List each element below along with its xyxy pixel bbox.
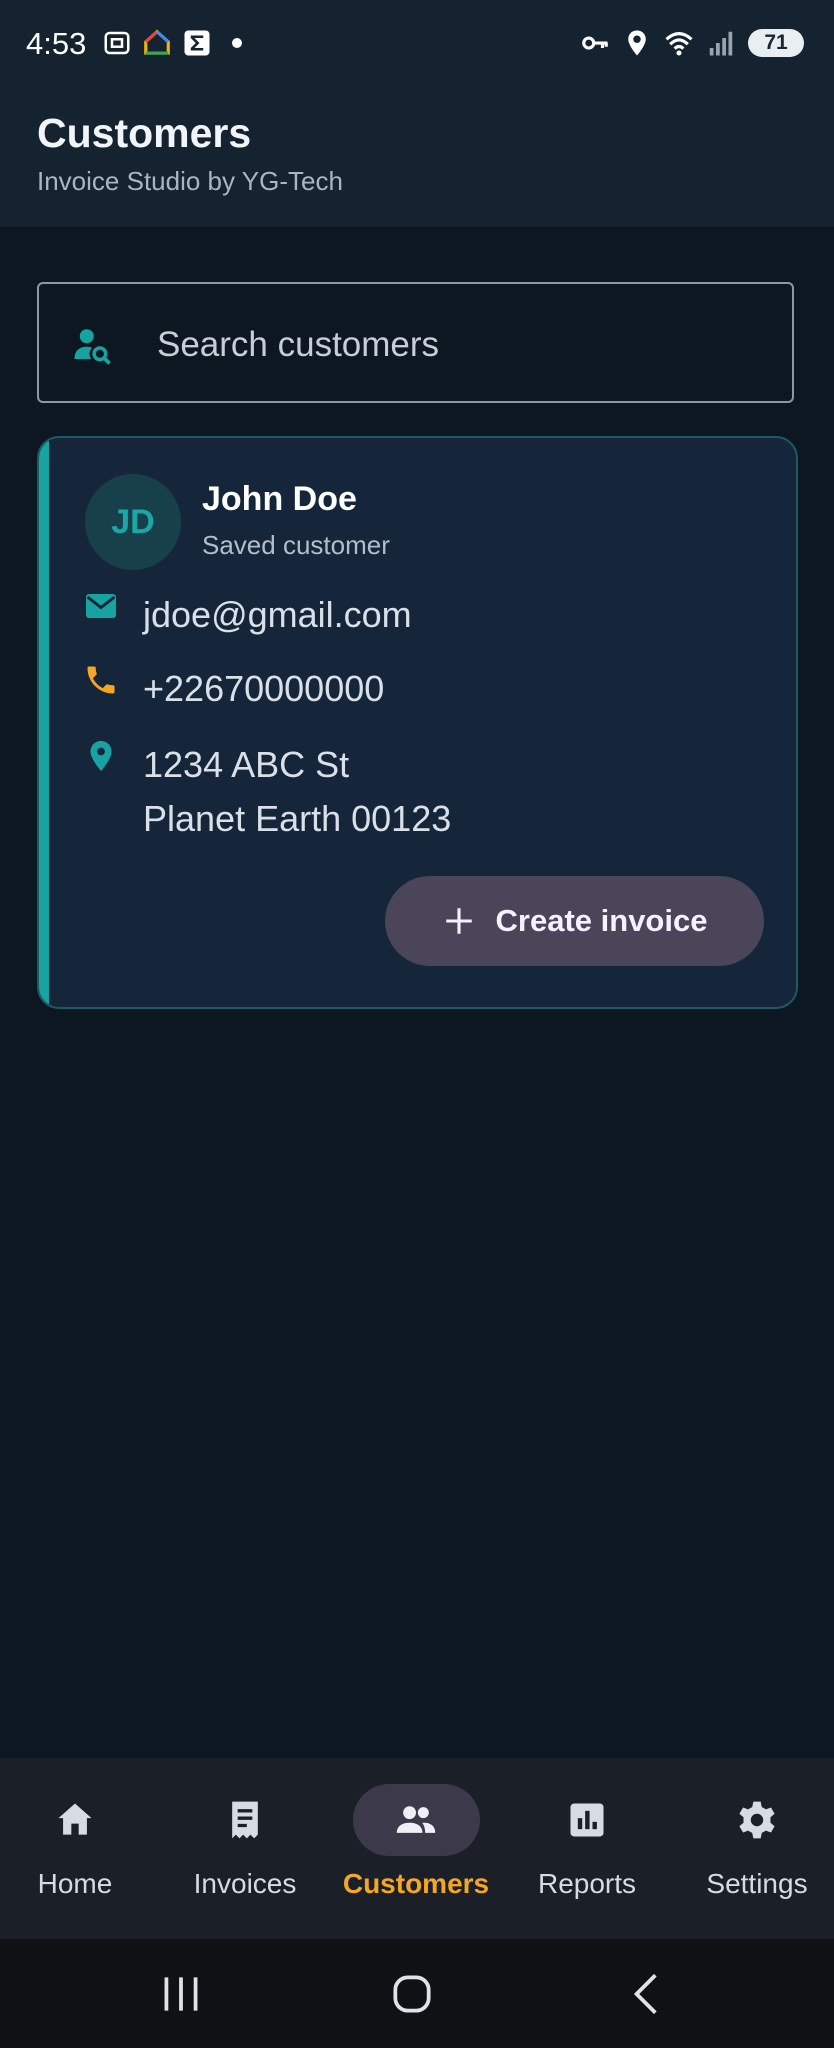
person-search-icon — [74, 329, 111, 365]
back-icon[interactable] — [622, 1969, 672, 2019]
home-icon — [58, 1803, 92, 1835]
nav-item-customers[interactable]: Customers — [336, 1784, 496, 1914]
nav-item-invoices[interactable]: Invoices — [165, 1784, 325, 1914]
nav-item-settings[interactable]: Settings — [677, 1784, 834, 1914]
recent-apps-icon[interactable] — [156, 1969, 206, 2019]
search-input[interactable] — [155, 314, 759, 376]
home-app-icon — [144, 29, 170, 55]
customer-address-line1: 1234 ABC St — [143, 744, 350, 785]
home-button-icon[interactable] — [387, 1969, 437, 2019]
customer-name: John Doe — [202, 480, 357, 518]
screenshot-icon — [104, 31, 130, 55]
status-system-icons: 71 — [580, 28, 804, 58]
customer-status: Saved customer — [202, 530, 390, 560]
customer-phone[interactable]: +22670000000 — [143, 662, 384, 716]
location-pin-icon — [90, 741, 112, 771]
create-invoice-button[interactable]: Create invoice — [385, 876, 764, 966]
card-accent-bar — [39, 438, 49, 1007]
status-bar: 4:53 71 — [0, 0, 834, 92]
plus-icon — [445, 908, 472, 934]
battery-indicator: 71 — [748, 29, 804, 57]
status-notification-icons — [102, 28, 252, 58]
nav-pill-settings — [694, 1784, 821, 1856]
dot-icon — [232, 38, 242, 48]
customer-card[interactable]: JD John Doe Saved customer jdoe@gmail.co… — [37, 436, 798, 1009]
phone-icon — [87, 666, 115, 694]
nav-label-settings: Settings — [706, 1868, 808, 1899]
avatar: JD — [85, 474, 181, 570]
people-icon — [396, 1806, 436, 1833]
nav-label-customers: Customers — [342, 1868, 490, 1899]
system-navigation-bar — [0, 1939, 834, 2048]
nav-label-reports: Reports — [537, 1868, 637, 1899]
nav-pill-customers — [352, 1784, 480, 1856]
customer-address-line2: Planet Earth 00123 — [143, 798, 452, 839]
key-icon — [582, 36, 608, 50]
page-subtitle: Invoice Studio by YG-Tech — [37, 166, 343, 196]
customer-email[interactable]: jdoe@gmail.com — [143, 588, 412, 642]
nav-label-home: Home — [37, 1868, 113, 1899]
receipt-icon — [232, 1801, 258, 1839]
gear-icon — [739, 1801, 775, 1839]
location-icon — [628, 30, 646, 56]
nav-pill-home — [12, 1784, 139, 1856]
sigma-icon — [184, 30, 210, 56]
nav-item-home[interactable]: Home — [0, 1784, 155, 1914]
nav-pill-invoices — [182, 1784, 309, 1856]
nav-item-reports[interactable]: Reports — [507, 1784, 667, 1914]
bottom-navigation: Home Invoices Customers Reports Settings — [0, 1758, 834, 1939]
search-field[interactable] — [37, 282, 794, 403]
page-title: Customers — [37, 110, 252, 156]
signal-icon — [709, 31, 733, 56]
nav-label-invoices: Invoices — [193, 1868, 297, 1899]
create-invoice-label: Create invoice — [495, 903, 708, 938]
status-time: 4:53 — [26, 26, 87, 61]
nav-pill-reports — [524, 1784, 651, 1856]
bar-chart-icon — [570, 1803, 604, 1837]
app-bar: Customers Invoice Studio by YG-Tech — [0, 92, 834, 227]
wifi-icon — [665, 32, 693, 56]
email-icon — [86, 594, 116, 618]
